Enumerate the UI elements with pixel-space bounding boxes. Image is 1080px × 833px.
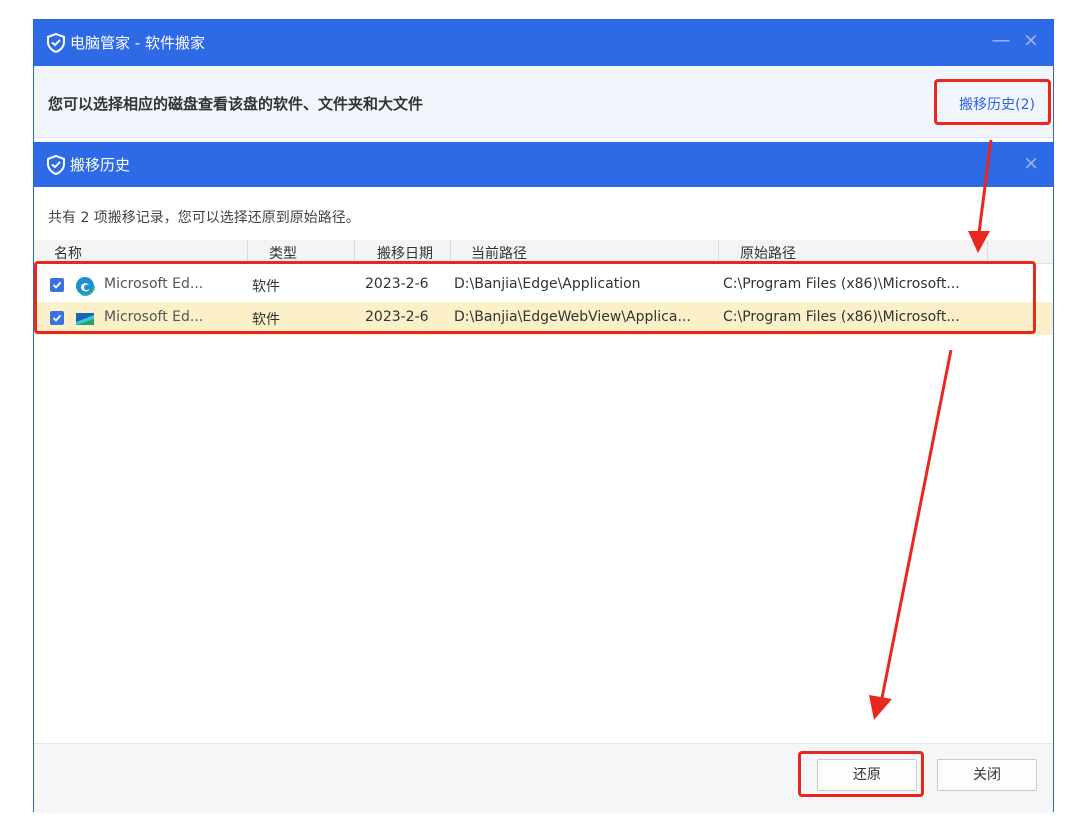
row-checkbox[interactable]	[50, 278, 64, 292]
column-header-type[interactable]: 类型	[269, 243, 297, 263]
minimize-button[interactable]: —	[989, 29, 1013, 51]
original-path: C:\Program Files (x86)\Microsoft...	[723, 276, 960, 292]
table-row[interactable]: Microsoft Ed... 软件 2023-2-6 D:\Banjia\Ed…	[34, 269, 1053, 302]
restore-button[interactable]: 还原	[817, 759, 917, 791]
current-path: D:\Banjia\Edge\Application	[454, 276, 641, 292]
column-header-date[interactable]: 搬移日期	[377, 243, 433, 263]
dialog-close-icon[interactable]: ×	[1023, 152, 1039, 174]
original-path: C:\Program Files (x86)\Microsoft...	[723, 309, 960, 325]
app-type: 软件	[252, 312, 280, 328]
window-close-button[interactable]: ×	[1019, 29, 1043, 51]
close-button[interactable]: 关闭	[937, 759, 1037, 791]
table-row[interactable]: Microsoft Ed... 软件 2023-2-6 D:\Banjia\Ed…	[34, 302, 1053, 335]
info-bar: 您可以选择相应的磁盘查看该盘的软件、文件夹和大文件 搬移历史(2)	[34, 66, 1053, 138]
column-divider[interactable]	[450, 240, 451, 264]
column-divider[interactable]	[247, 240, 248, 264]
migration-history-dialog: 搬移历史 × 共有 2 项搬移记录，您可以选择还原到原始路径。 名称 类型 搬移…	[34, 142, 1053, 813]
shield-icon	[47, 155, 65, 175]
dialog-title-bar[interactable]: 搬移历史 ×	[34, 142, 1053, 187]
main-title-bar[interactable]: 电脑管家 - 软件搬家 — ×	[34, 20, 1053, 66]
column-divider[interactable]	[718, 240, 719, 264]
edge-webview-icon	[76, 313, 94, 325]
migration-date: 2023-2-6	[365, 276, 429, 292]
migration-date: 2023-2-6	[365, 309, 429, 325]
column-divider[interactable]	[987, 240, 988, 264]
summary-text: 共有 2 项搬移记录，您可以选择还原到原始路径。	[48, 210, 360, 226]
info-text: 您可以选择相应的磁盘查看该盘的软件、文件夹和大文件	[48, 95, 424, 113]
table-header: 名称 类型 搬移日期 当前路径 原始路径	[34, 240, 1053, 264]
window-title: 电脑管家 - 软件搬家	[70, 34, 205, 52]
main-window: 电脑管家 - 软件搬家 — × 您可以选择相应的磁盘查看该盘的软件、文件夹和大文…	[33, 19, 1054, 813]
column-header-current-path[interactable]: 当前路径	[471, 243, 527, 263]
column-divider[interactable]	[354, 240, 355, 264]
shield-icon	[47, 33, 65, 53]
column-header-original-path[interactable]: 原始路径	[740, 243, 796, 263]
app-name: Microsoft Ed...	[104, 309, 204, 325]
dialog-footer: 还原 关闭	[34, 743, 1053, 813]
current-path: D:\Banjia\EdgeWebView\Applica...	[454, 309, 691, 325]
column-header-name[interactable]: 名称	[54, 243, 82, 263]
app-type: 软件	[252, 279, 280, 295]
row-checkbox[interactable]	[50, 311, 64, 325]
migration-history-link[interactable]: 搬移历史(2)	[959, 94, 1035, 114]
app-name: Microsoft Ed...	[104, 276, 204, 292]
dialog-title: 搬移历史	[70, 156, 131, 174]
edge-icon	[75, 276, 95, 296]
